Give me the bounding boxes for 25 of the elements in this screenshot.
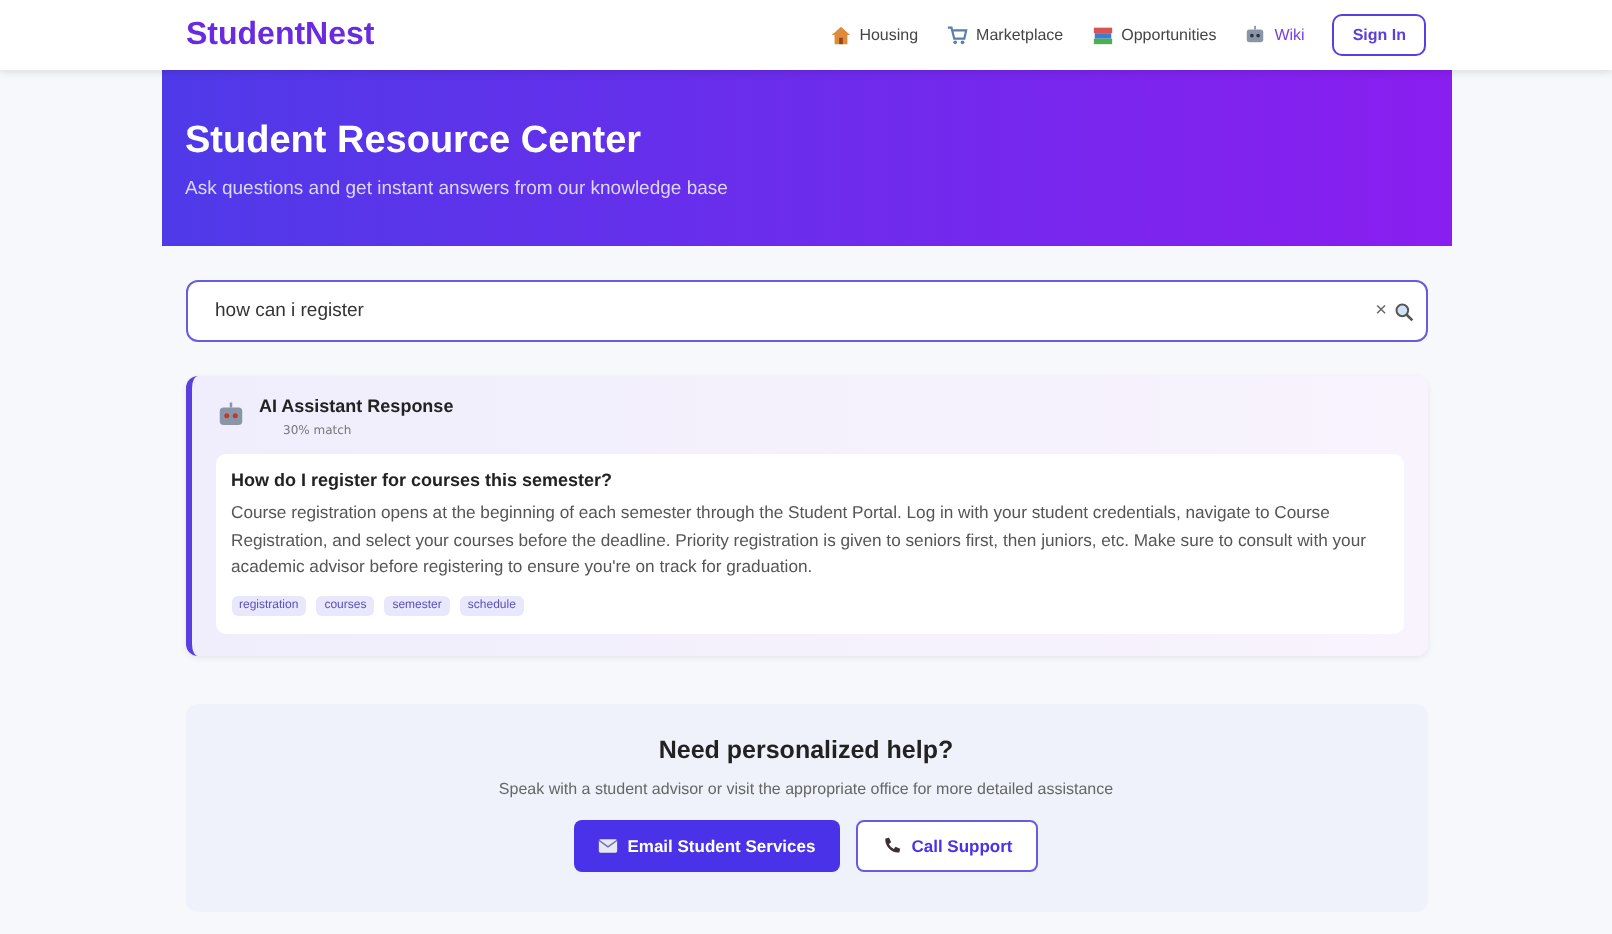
- nav-link[interactable]: Opportunities: [1091, 24, 1217, 46]
- clear-button[interactable]: ×: [1369, 300, 1393, 322]
- page-title: Student Resource Center: [185, 120, 644, 164]
- call-button[interactable]: Call Support: [855, 819, 1039, 871]
- response-title: AI Assistant Response: [259, 396, 454, 416]
- page-subtitle: Ask questions and get instant answers from our knowledge base: [185, 178, 730, 200]
- search-field[interactable]: how can i register ×: [185, 280, 1427, 342]
- robot-icon: [1244, 24, 1267, 46]
- search-icon[interactable]: [1393, 301, 1413, 321]
- sign-in-button[interactable]: Sign In: [1332, 14, 1426, 56]
- books-icon: [1091, 24, 1114, 46]
- help-title: Need personalized help?: [656, 735, 956, 763]
- nav-link[interactable]: Wiki: [1244, 24, 1305, 46]
- logo[interactable]: StudentNest: [186, 17, 375, 53]
- envelope-icon: [597, 835, 618, 855]
- house-icon: [829, 24, 852, 46]
- nav-link[interactable]: Housing: [829, 24, 919, 46]
- nav-link[interactable]: Marketplace: [946, 24, 1064, 46]
- question-title: How do I register for courses this semester?: [231, 470, 615, 490]
- robot-icon: [215, 400, 245, 430]
- help-text: Speak with a student advisor or visit the appropriate office for more detailed assistance: [496, 779, 1116, 797]
- answer-text: Course registration opens at the beginning of each semester through the Student Portal. Log in with your student credentials, navigate to Course Registration, and select your courses before the deadline. Priority registration is given to seniors first, then juniors, etc. Make sure to consult with your academic advisor before registering to ensure you're on track for graduation.: [231, 500, 1368, 580]
- cart-icon: [946, 24, 969, 46]
- phone-icon: [881, 835, 902, 855]
- email-button[interactable]: Email Student Services: [573, 819, 840, 871]
